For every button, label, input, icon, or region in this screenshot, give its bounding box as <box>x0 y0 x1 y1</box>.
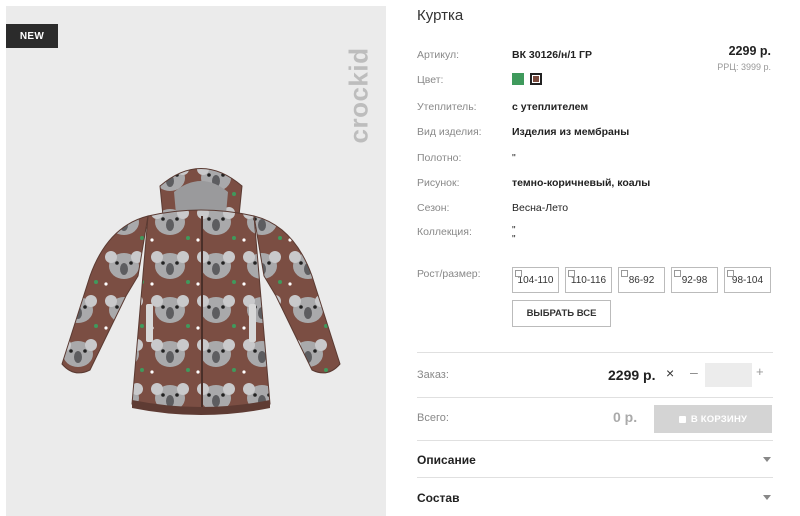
total-label: Всего: <box>417 412 449 424</box>
attr-label: Рисунок: <box>417 177 460 189</box>
order-price: 2299 р. <box>608 367 656 383</box>
attr-value: темно-коричневый, коалы <box>512 177 651 189</box>
chevron-down-icon[interactable] <box>763 457 771 462</box>
attr-insulation: Утеплитель: с утеплителем <box>417 100 588 114</box>
sizes-label: Рост/размер: <box>417 268 481 280</box>
attr-label: Полотно: <box>417 152 462 164</box>
size-option[interactable]: 92-98 <box>671 267 718 293</box>
chevron-down-icon[interactable] <box>763 495 771 500</box>
size-option[interactable]: 104-110 <box>512 267 559 293</box>
attr-value: " " <box>512 225 516 245</box>
color-swatches <box>512 72 545 88</box>
total-value: 0 р. <box>613 409 638 425</box>
attr-color: Цвет: <box>417 72 545 88</box>
attr-article: Артикул: ВК 30126/н/1 ГР <box>417 48 592 62</box>
attr-pattern: Рисунок: темно-коричневый, коалы <box>417 176 650 190</box>
attr-value: " <box>512 152 516 164</box>
product-info-panel: Куртка 2299 р. РРЦ: 3999 р. Артикул: ВК … <box>417 0 777 516</box>
attr-collection: Коллекция: " " <box>417 226 516 248</box>
brand-logo: crockid <box>343 20 374 170</box>
size-label: 104-110 <box>517 274 554 286</box>
quantity-input[interactable] <box>705 363 752 387</box>
qty-increase-button[interactable]: + <box>756 364 764 379</box>
size-label: 92-98 <box>681 274 708 286</box>
order-label: Заказ: <box>417 369 449 381</box>
product-title: Куртка <box>417 7 464 24</box>
attr-value: с утеплителем <box>512 101 589 113</box>
attr-label: Коллекция: <box>417 226 472 238</box>
add-to-cart-label: В КОРЗИНУ <box>690 413 748 425</box>
checkbox-icon[interactable] <box>674 270 681 277</box>
attr-fabric: Полотно: " <box>417 151 516 165</box>
brand-logo-text: crockid <box>343 47 374 143</box>
product-image-panel[interactable]: NEW crockid <box>6 6 386 516</box>
attr-value: ВК 30126/н/1 ГР <box>512 49 592 61</box>
attr-label: Цвет: <box>417 74 444 86</box>
attr-season: Сезон: Весна-Лето <box>417 201 568 215</box>
color-swatch-green[interactable] <box>512 72 524 85</box>
checkbox-icon[interactable] <box>515 270 522 277</box>
attr-value: Весна-Лето <box>512 202 569 214</box>
product-rrp: РРЦ: 3999 р. <box>717 62 771 72</box>
checkbox-icon[interactable] <box>727 270 734 277</box>
divider <box>417 352 773 353</box>
size-option[interactable]: 98-104 <box>724 267 771 293</box>
size-label: 98-104 <box>731 274 764 286</box>
add-to-cart-button[interactable]: В КОРЗИНУ <box>654 405 772 433</box>
accordion-description[interactable]: Описание <box>417 453 476 467</box>
attr-label: Вид изделия: <box>417 126 482 138</box>
new-badge: NEW <box>6 24 58 48</box>
checkbox-icon[interactable] <box>568 270 575 277</box>
attr-label: Утеплитель: <box>417 101 477 113</box>
attr-product-type: Вид изделия: Изделия из мембраны <box>417 125 629 139</box>
size-option[interactable]: 86-92 <box>618 267 665 293</box>
select-all-button[interactable]: ВЫБРАТЬ ВСЕ <box>512 300 611 327</box>
accordion-composition[interactable]: Состав <box>417 491 459 505</box>
size-option[interactable]: 110-116 <box>565 267 612 293</box>
divider <box>417 440 773 441</box>
checkbox-icon[interactable] <box>621 270 628 277</box>
size-label: 86-92 <box>628 274 655 286</box>
divider <box>417 477 773 478</box>
jacket-image <box>61 168 341 415</box>
attr-value: Изделия из мембраны <box>512 126 630 138</box>
times-icon: × <box>666 365 675 381</box>
product-price: 2299 р. <box>728 44 771 58</box>
cart-icon <box>678 415 686 423</box>
color-swatch-brown[interactable] <box>529 72 542 85</box>
divider <box>417 397 773 398</box>
sizes-label-row: Рост/размер: <box>417 267 512 281</box>
size-options: 104-110 110-116 86-92 92-98 98-104 <box>512 267 771 293</box>
attr-label: Артикул: <box>417 49 460 61</box>
attr-label: Сезон: <box>417 202 450 214</box>
size-label: 110-116 <box>570 274 607 286</box>
qty-decrease-button[interactable]: – <box>690 364 698 380</box>
